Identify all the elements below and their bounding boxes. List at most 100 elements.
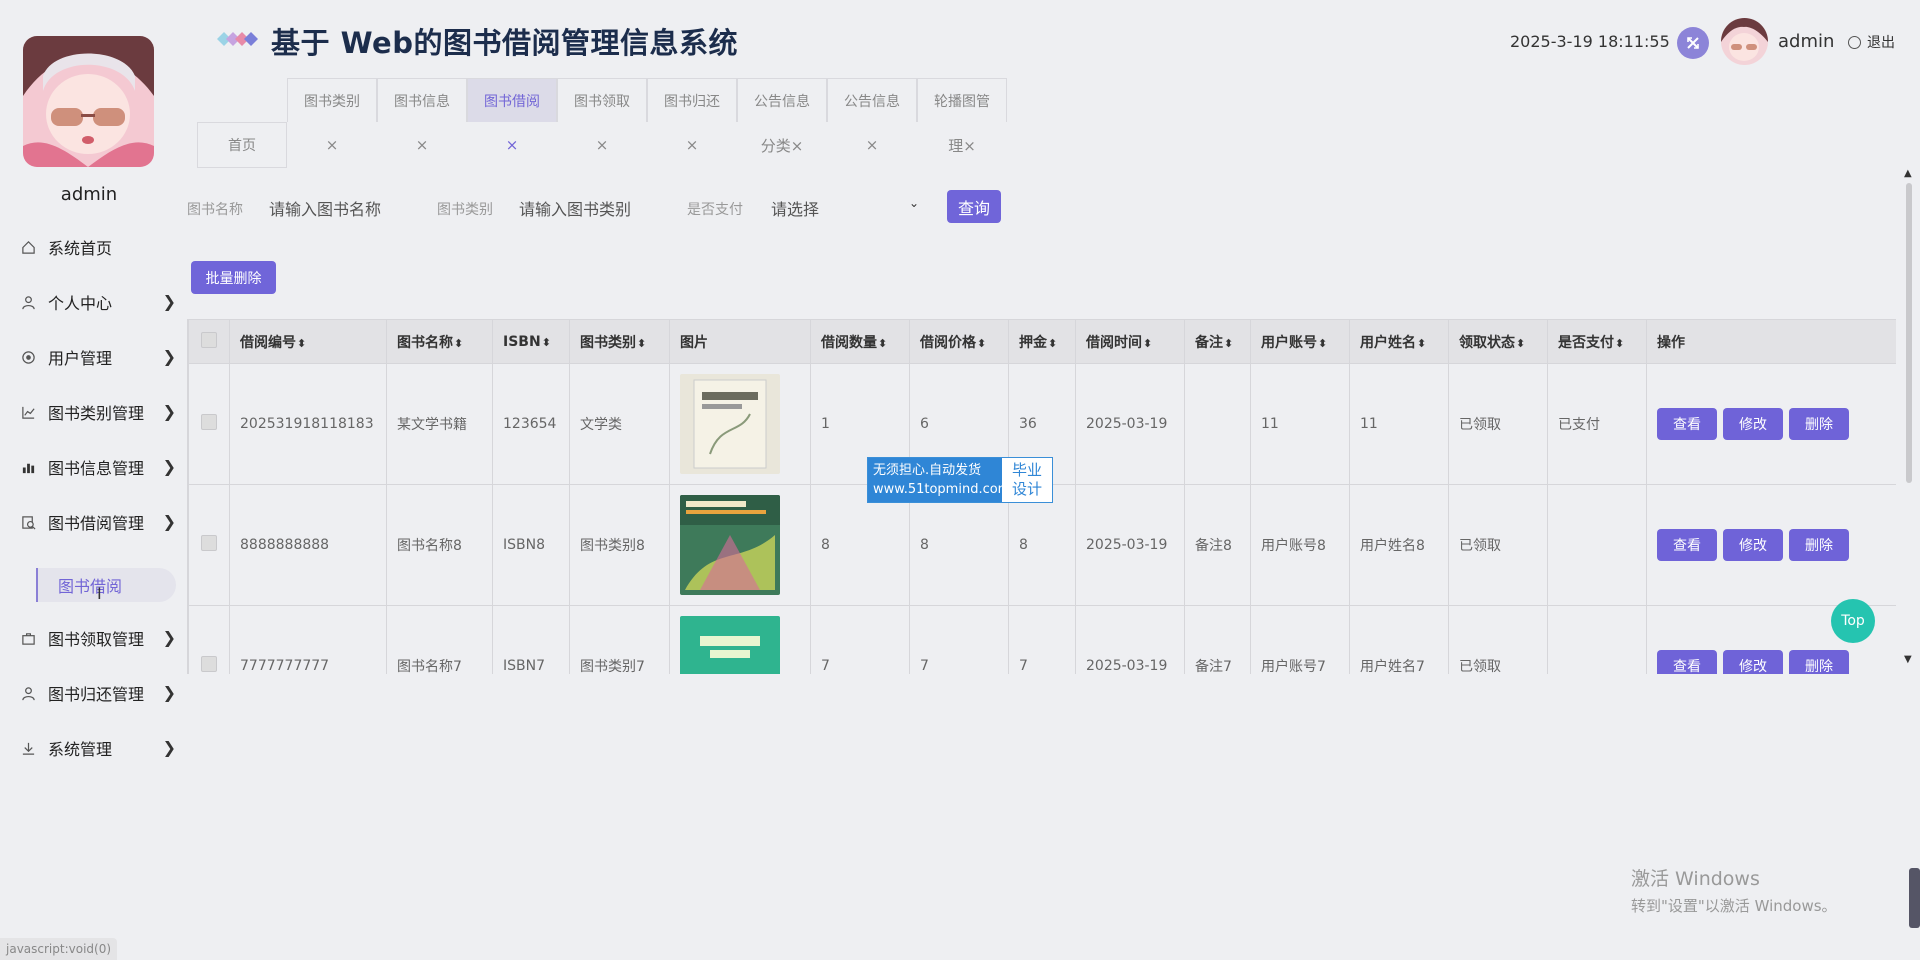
windows-activation-watermark: 激活 Windows 转到"设置"以激活 Windows。 xyxy=(1631,864,1837,916)
header-username[interactable]: admin xyxy=(1778,31,1834,52)
column-header[interactable]: 借阅编号⬍ xyxy=(229,319,387,364)
book-category-input[interactable]: 请输入图书类别 xyxy=(519,196,669,220)
cell: 已支付 xyxy=(1547,363,1647,485)
tab-label: 图书借阅 xyxy=(484,93,540,110)
back-to-top-button[interactable]: Top xyxy=(1831,599,1875,643)
sidebar-item-book-info[interactable]: 图书信息管理 ❯ xyxy=(20,454,180,480)
tab-close-button[interactable]: 理× xyxy=(917,122,1007,168)
tab-close-button[interactable]: × xyxy=(287,122,377,168)
header-avatar[interactable] xyxy=(1721,18,1768,65)
delete-button[interactable]: 删除 xyxy=(1789,529,1849,561)
scroll-down-arrow[interactable]: ▼ xyxy=(1904,654,1912,665)
logout-label: 退出 xyxy=(1867,35,1895,51)
sidebar-item-return[interactable]: 图书归还管理 ❯ xyxy=(20,680,180,706)
download-icon xyxy=(20,740,36,756)
chevron-right-icon: ❯ xyxy=(162,292,176,311)
view-button[interactable]: 查看 xyxy=(1657,408,1717,440)
book-name-input[interactable]: 请输入图书名称 xyxy=(269,196,419,220)
table-header-row: 借阅编号⬍ 图书名称⬍ ISBN⬍ 图书类别⬍ 图片 借阅数量⬍ 借阅价格⬍ 押… xyxy=(188,319,1896,364)
sidebar-subitem-borrow[interactable]: 图书借阅 xyxy=(36,568,176,602)
tab-carousel[interactable]: 轮播图管 xyxy=(917,78,1007,122)
tab-book-borrow[interactable]: 图书借阅 xyxy=(467,78,557,122)
column-header[interactable]: 用户姓名⬍ xyxy=(1349,319,1449,364)
sidebar-item-users[interactable]: 用户管理 ❯ xyxy=(20,344,180,370)
tab-book-info[interactable]: 图书信息 xyxy=(377,78,467,122)
row-checkbox[interactable] xyxy=(188,363,230,485)
tab-book-return[interactable]: 图书归还 xyxy=(647,78,737,122)
column-header[interactable]: 图书名称⬍ xyxy=(386,319,493,364)
tab-close-button[interactable]: × xyxy=(467,122,557,168)
sidebar-item-pickup[interactable]: 图书领取管理 ❯ xyxy=(20,625,180,651)
row-checkbox[interactable] xyxy=(188,605,230,674)
sidebar-item-label: 用户管理 xyxy=(48,349,113,368)
cell xyxy=(1547,484,1647,606)
cell: 图书名称7 xyxy=(386,605,493,674)
person-icon xyxy=(20,685,36,701)
status-bar-url: javascript:void(0) xyxy=(0,938,118,960)
column-header[interactable]: 备注⬍ xyxy=(1184,319,1251,364)
sidebar-item-borrow[interactable]: 图书借阅管理 ❯ xyxy=(20,509,180,535)
cell: 已领取 xyxy=(1448,484,1548,606)
power-icon xyxy=(1848,35,1861,49)
column-header[interactable]: ISBN⬍ xyxy=(492,319,570,364)
tab-close-button[interactable]: × xyxy=(647,122,737,168)
logout-button[interactable]: 退出 xyxy=(1848,32,1895,52)
cell: 用户账号7 xyxy=(1250,605,1350,674)
column-header[interactable]: 借阅数量⬍ xyxy=(810,319,910,364)
tab-close-button[interactable]: × xyxy=(827,122,917,168)
query-button[interactable]: 查询 xyxy=(947,190,1001,223)
row-checkbox[interactable] xyxy=(188,484,230,606)
delete-button[interactable]: 删除 xyxy=(1789,650,1849,674)
tab-close-button[interactable]: × xyxy=(377,122,467,168)
delete-button[interactable]: 删除 xyxy=(1789,408,1849,440)
column-header[interactable]: 借阅价格⬍ xyxy=(909,319,1009,364)
bar-chart-icon xyxy=(20,459,36,475)
tab-label: 轮播图管 xyxy=(934,93,990,110)
edit-button[interactable]: 修改 xyxy=(1723,529,1783,561)
column-header[interactable]: 借阅时间⬍ xyxy=(1075,319,1185,364)
cell: 备注7 xyxy=(1184,605,1251,674)
edit-button[interactable]: 修改 xyxy=(1723,408,1783,440)
cell: 已领取 xyxy=(1448,605,1548,674)
sidebar-item-system[interactable]: 系统管理 ❯ xyxy=(20,735,180,761)
theme-switch-button[interactable] xyxy=(1677,27,1709,59)
batch-delete-button[interactable]: 批量删除 xyxy=(191,261,276,294)
tab-notice-1[interactable]: 公告信息 xyxy=(737,78,827,122)
view-button[interactable]: 查看 xyxy=(1657,650,1717,674)
paid-select[interactable]: 请选择 xyxy=(771,196,921,220)
column-header[interactable]: 押金⬍ xyxy=(1008,319,1076,364)
column-header[interactable]: 领取状态⬍ xyxy=(1448,319,1548,364)
watermark-line: 激活 Windows xyxy=(1631,868,1760,890)
tab-book-category[interactable]: 图书类别 xyxy=(287,78,377,122)
sidebar-item-profile[interactable]: 个人中心 ❯ xyxy=(20,289,180,315)
sidebar-item-home[interactable]: 系统首页 xyxy=(20,234,180,260)
chevron-right-icon: ❯ xyxy=(162,738,176,757)
select-all-checkbox[interactable] xyxy=(188,319,230,364)
chevron-right-icon: ❯ xyxy=(162,402,176,421)
tab-label: 图书类别 xyxy=(304,93,360,110)
watermark-line: 转到"设置"以激活 Windows。 xyxy=(1631,897,1837,915)
sidebar-item-label: 图书领取管理 xyxy=(48,630,145,649)
page-title: 基于 Web的图书借阅管理信息系统 xyxy=(271,26,738,60)
column-header[interactable]: 图书类别⬍ xyxy=(569,319,670,364)
column-header[interactable]: 是否支付⬍ xyxy=(1547,319,1647,364)
cell: 7 xyxy=(810,605,910,674)
sidebar-item-label: 图书借阅管理 xyxy=(48,514,145,533)
scrollbar-thumb[interactable] xyxy=(1906,183,1912,483)
tab-close-button[interactable]: × xyxy=(557,122,647,168)
logo-icon xyxy=(217,28,259,50)
tab-book-pickup[interactable]: 图书领取 xyxy=(557,78,647,122)
scroll-up-arrow[interactable]: ▲ xyxy=(1904,168,1912,179)
view-button[interactable]: 查看 xyxy=(1657,529,1717,561)
edit-button[interactable]: 修改 xyxy=(1723,650,1783,674)
sidebar-item-book-category[interactable]: 图书类别管理 ❯ xyxy=(20,399,180,425)
header-datetime: 2025-3-19 18:11:55 xyxy=(1510,32,1670,51)
tab-notice-2[interactable]: 公告信息 xyxy=(827,78,917,122)
cell: ISBN8 xyxy=(492,484,570,606)
tab-home[interactable]: 首页 xyxy=(197,122,287,168)
tab-close-button[interactable]: 分类× xyxy=(737,122,827,168)
watermark-line: www.51topmind.com xyxy=(873,482,1011,497)
side-widget[interactable] xyxy=(1909,868,1920,928)
chevron-right-icon: ❯ xyxy=(162,512,176,531)
column-header[interactable]: 用户账号⬍ xyxy=(1250,319,1350,364)
